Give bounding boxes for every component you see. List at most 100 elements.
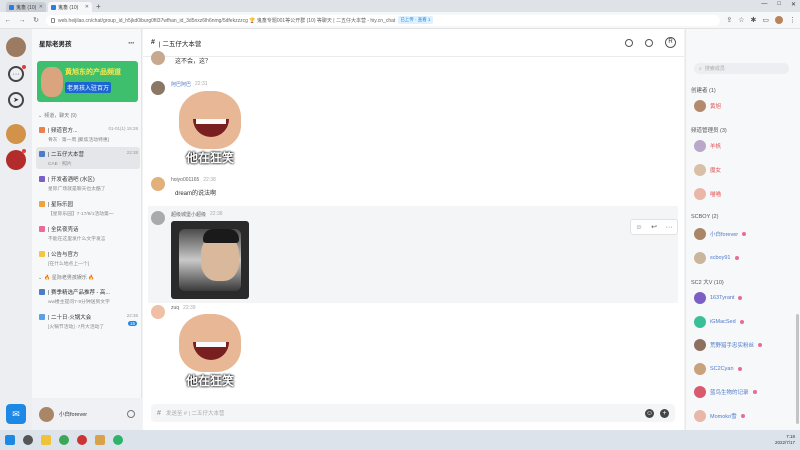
server-banner[interactable]: 黄旭东的产品频道 老男孩入驻百万 — [37, 61, 138, 102]
member-row[interactable]: SC2Cyan — [694, 362, 742, 375]
section-label: 频道，聊天 (9) — [44, 113, 77, 119]
channel-section-header[interactable]: ⌄ 🔥 星际老男孩娱乐 🔥 — [38, 274, 94, 282]
share-icon[interactable]: ⇪ — [726, 16, 732, 24]
message-author[interactable]: hoiyo001165 22:38 — [171, 177, 216, 183]
member-row[interactable]: 蓝鸟生物的记录 — [694, 386, 757, 398]
members-toggle-icon[interactable]: R — [665, 37, 676, 48]
user-avatar[interactable] — [151, 211, 165, 225]
clock-date: 2022/7/17 — [774, 440, 795, 445]
banner-portrait — [41, 67, 63, 97]
bell-icon[interactable] — [645, 38, 653, 47]
user-avatar[interactable] — [6, 37, 26, 57]
search-icon[interactable] — [23, 435, 33, 445]
message-author[interactable]: zuq 22:39 — [171, 305, 249, 311]
member-row[interactable]: iGMacSed — [694, 315, 744, 328]
channel-section-header[interactable]: ⌄ 频道，聊天 (9) — [38, 112, 77, 120]
address-bar[interactable]: web.heijilao.cn/chat/group_id_h5jkd0ibur… — [46, 14, 721, 26]
glaring-meme-image[interactable] — [171, 221, 249, 299]
browser-tab-2[interactable]: 鬼畜 (10) ✕ — [48, 2, 92, 12]
compass-icon[interactable]: ➤ — [8, 92, 24, 108]
user-avatar[interactable] — [151, 305, 165, 319]
windows-start-icon[interactable] — [5, 435, 15, 445]
gear-icon[interactable] — [127, 410, 135, 418]
message-text: 这不会，这？ — [175, 59, 212, 65]
member-row[interactable]: 黄旭 — [694, 100, 721, 112]
member-avatar — [694, 252, 706, 264]
member-search-input[interactable]: ⌕ 搜索成员 — [694, 63, 789, 74]
channel-item[interactable]: | 赛季精选产品推荐 - 高... ww楼主提问7·9分钟送到文字 — [36, 285, 140, 307]
maximize-button[interactable]: □ — [777, 1, 781, 8]
minimize-button[interactable]: — — [761, 1, 767, 8]
channel-last-message: 骨灰 · 第一周 [聚焦活动特惠] — [48, 138, 110, 143]
user-avatar[interactable] — [151, 177, 165, 191]
composer-actions: ☺ + — [645, 408, 669, 418]
scrollbar-thumb[interactable] — [796, 314, 799, 424]
back-arrow-icon[interactable]: ← — [4, 17, 12, 24]
member-name: iGMacSed — [710, 318, 736, 325]
new-tab-button[interactable]: + — [96, 2, 101, 12]
profile-avatar[interactable] — [775, 16, 783, 24]
member-name: scboy91 — [710, 255, 731, 261]
react-emoji-icon[interactable]: ☺ — [635, 224, 642, 231]
laughing-meme-image[interactable]: 他在狂笑 — [171, 91, 249, 169]
user-avatar[interactable] — [151, 51, 165, 65]
member-row[interactable]: 喵喵 — [694, 188, 721, 200]
user-avatar[interactable] — [39, 406, 54, 422]
wechat-icon[interactable] — [113, 435, 123, 445]
file-explorer-icon[interactable] — [41, 435, 51, 445]
reply-icon[interactable]: ↩ — [651, 223, 657, 231]
channel-hash-icon: # — [157, 409, 161, 417]
user-avatar[interactable] — [151, 81, 165, 95]
member-row[interactable]: scboy91 — [694, 252, 739, 264]
close-tab-icon[interactable]: ✕ — [39, 4, 43, 10]
channel-icon — [39, 289, 45, 295]
app-icon[interactable] — [95, 435, 105, 445]
channel-item[interactable]: | 开发者酒吧 (水区) 星际广场就是聊天也太酷了 — [36, 172, 140, 194]
plus-icon[interactable]: + — [660, 408, 669, 418]
close-window-button[interactable]: ✕ — [791, 1, 796, 8]
close-tab-icon[interactable]: ✕ — [85, 4, 89, 10]
sidebar-panel-icon[interactable]: ▭ — [762, 16, 769, 24]
settings-icon[interactable] — [625, 38, 633, 47]
bookmark-star-icon[interactable]: ☆ — [738, 16, 744, 24]
channel-last-message: ww楼主提问7·9分钟送到文字 — [48, 300, 110, 305]
member-row[interactable]: 荒野猎手忠实粉丝 — [694, 339, 763, 351]
laughing-meme-image[interactable]: 他在狂笑 — [171, 314, 249, 392]
message-author[interactable]: 阿巴阿巴 22:31 — [171, 81, 249, 88]
member-row[interactable]: 魔女 — [694, 164, 721, 176]
message-composer[interactable]: # 发送至 # | 二五仔大本营 ☺ + — [151, 404, 675, 422]
server-icon-guild-1[interactable] — [6, 124, 26, 144]
composer-placeholder: 发送至 # | 二五仔大本营 — [165, 411, 225, 417]
member-name: SC2Cyan — [710, 365, 734, 372]
server-icon-guild-2[interactable] — [6, 150, 26, 170]
member-row[interactable]: 羊帆 — [694, 140, 721, 152]
channel-item[interactable]: | 全民夜壳话 不能在这里发什么文字发言 — [36, 222, 140, 244]
app-icon[interactable] — [77, 435, 87, 445]
more-actions-icon[interactable]: ··· — [666, 224, 673, 231]
channel-list-panel: 星际老男孩 ··· 黄旭东的产品频道 老男孩入驻百万 ⌄ 频道，聊天 (9) |… — [32, 29, 142, 430]
member-row[interactable]: Momoko雪 — [694, 409, 745, 422]
member-row[interactable]: 小白forever — [694, 228, 747, 240]
channel-item[interactable]: | 公告与官方 [在什么地点上一个] — [36, 247, 140, 269]
author-name: 阿巴阿巴 — [171, 82, 192, 88]
channel-item[interactable]: | 二十日·火锅大会 22:36 [火锅节活动] ·7月大活动了 15 — [36, 310, 140, 332]
emoji-icon[interactable]: ☺ — [645, 408, 654, 418]
chrome-icon[interactable] — [59, 435, 69, 445]
forward-arrow-icon[interactable]: → — [18, 17, 26, 24]
message-author[interactable]: 超级城堡小超级 22:38 — [171, 211, 249, 218]
message-time: 22:38 — [210, 211, 223, 217]
browser-menu-icon[interactable]: ⋮ — [789, 16, 796, 24]
channel-item[interactable]: | 频道官方... 01-01(1) 15:28 骨灰 · 第一周 [聚焦活动特惠] — [36, 123, 140, 145]
extensions-icon[interactable]: ✱ — [751, 16, 757, 24]
browser-tab-1[interactable]: 鬼畜 (10) ✕ — [6, 2, 46, 12]
system-tray-clock[interactable]: 7:18 2022/7/17 — [775, 434, 795, 446]
channel-item[interactable]: | 二五仔大本营 22:38 CAE · 照片 — [36, 147, 140, 169]
more-options-icon[interactable]: ··· — [128, 38, 135, 48]
channel-item[interactable]: | 星际乐园 【星际乐园】7·17/8/1活动第一 — [36, 197, 140, 219]
reload-icon[interactable]: ↻ — [32, 16, 40, 24]
member-row[interactable]: 163Tyrant — [694, 292, 743, 304]
server-header[interactable]: 星际老男孩 ··· — [32, 29, 141, 57]
app-logo-icon[interactable]: ✉ — [6, 404, 26, 424]
extension-badge[interactable]: 已上传 · 查看 1 — [398, 16, 433, 24]
member-name: 163Tyrant — [710, 295, 735, 301]
